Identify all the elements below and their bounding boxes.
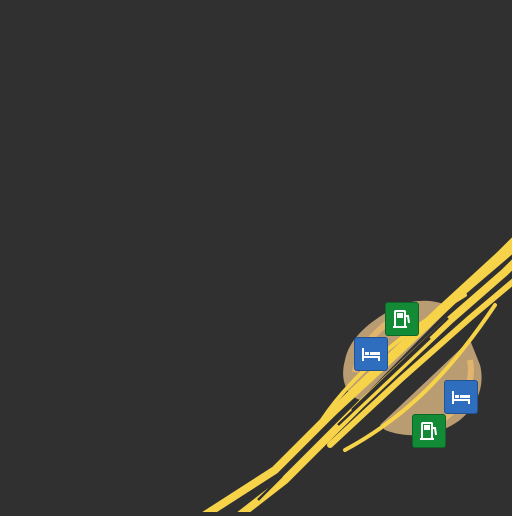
fuel-station-marker[interactable] bbox=[385, 302, 419, 336]
bed-icon bbox=[362, 348, 380, 361]
hotel-marker[interactable] bbox=[444, 380, 478, 414]
fuel-station-icon bbox=[420, 422, 437, 440]
fuel-station-icon bbox=[393, 310, 410, 328]
bed-icon bbox=[452, 391, 470, 404]
hotel-marker[interactable] bbox=[354, 337, 388, 371]
fuel-station-marker[interactable] bbox=[412, 414, 446, 448]
map-canvas[interactable] bbox=[0, 0, 512, 516]
